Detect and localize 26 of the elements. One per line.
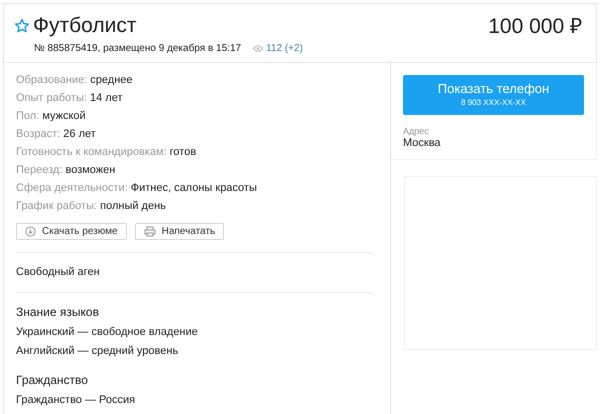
eye-icon [253,45,264,52]
description: Свободный аген [16,265,101,280]
star-icon[interactable] [14,18,30,34]
view-count[interactable]: 112 (+2) [266,43,303,54]
download-icon [25,226,36,237]
detail-row-text: Образование: среднее [16,73,134,88]
print-button[interactable]: Напечатать [134,223,224,240]
detail-row-text: Переезд: возможен [16,163,116,178]
detail-row-text: Сфера деятельности: Фитнес, салоны красоты [16,181,258,196]
address: Москва [403,137,442,149]
detail-row-text: График работы: полный день [16,199,167,214]
section-line: Гражданство — Россия [16,393,136,408]
section-heading: Знание языков [16,305,100,319]
download-button[interactable]: Скачать резюме [16,223,127,240]
detail-row-text: Возраст: 26 лет [16,127,97,142]
printer-icon [144,226,156,237]
section-line: Украинский — свободное владение [16,325,199,340]
detail-row-text: Пол: мужской [16,109,87,124]
listing-title: Футболист [33,14,136,38]
address-label: Адрес [403,126,430,136]
section-line: Английский — средний уровень [16,344,180,359]
detail-row-text: Готовность к командировкам: готов [16,145,198,160]
section-heading: Гражданство [16,373,89,387]
detail-row-text: Опыт работы: 14 лет [16,91,124,106]
listing-meta: № 885875419, размещено 9 декабря в 15:17 [34,43,242,54]
price: 100 000 ₽ [488,15,582,39]
